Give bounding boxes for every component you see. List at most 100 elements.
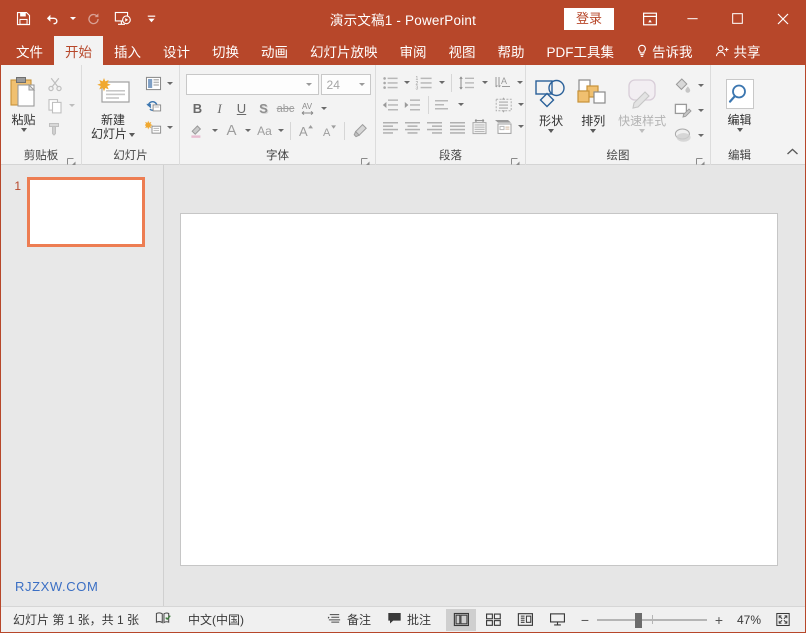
drawing-dialog-launcher[interactable]: [696, 154, 705, 167]
grow-font-button[interactable]: A: [295, 120, 317, 141]
undo-dropdown-icon[interactable]: [67, 6, 78, 32]
zoom-percent-label[interactable]: 47%: [731, 613, 765, 627]
numbering-dropdown-icon[interactable]: [437, 72, 447, 93]
zoom-in-button[interactable]: +: [713, 613, 725, 627]
justify-button[interactable]: [447, 116, 468, 137]
clear-formatting-button[interactable]: [349, 120, 371, 141]
align-left-button[interactable]: [380, 116, 401, 137]
text-highlight-button[interactable]: [187, 120, 209, 141]
maximize-button[interactable]: [715, 1, 760, 36]
minimize-button[interactable]: [670, 1, 715, 36]
fit-slide-to-window-button[interactable]: [771, 609, 795, 631]
editing-button[interactable]: 编辑: [717, 74, 763, 132]
slide-sorter-view-button[interactable]: [478, 609, 508, 631]
paragraph-dialog-launcher[interactable]: [511, 154, 520, 167]
tab-review[interactable]: 审阅: [389, 36, 438, 65]
slide-thumbnail-preview[interactable]: [27, 177, 145, 247]
shape-outline-dropdown-icon[interactable]: [696, 100, 706, 121]
paste-dropdown-icon[interactable]: [20, 128, 27, 132]
layout-dropdown-icon[interactable]: [165, 73, 175, 94]
font-color-button[interactable]: A: [221, 120, 242, 141]
convert-to-smartart-button[interactable]: [492, 94, 515, 115]
arrange-button[interactable]: 排列: [572, 71, 614, 133]
section-button[interactable]: [142, 117, 164, 138]
undo-icon[interactable]: [38, 6, 66, 32]
line-spacing-button[interactable]: [456, 72, 479, 93]
smartart-graphic-button[interactable]: [492, 116, 515, 137]
numbering-button[interactable]: 123: [413, 72, 436, 93]
shape-effects-dropdown-icon[interactable]: [696, 125, 706, 146]
smartart-graphic-dropdown-icon[interactable]: [516, 116, 525, 137]
strikethrough-button[interactable]: abc: [275, 98, 296, 119]
comments-button[interactable]: 批注: [379, 609, 439, 631]
collapse-ribbon-icon[interactable]: [786, 144, 799, 162]
bold-button[interactable]: B: [187, 98, 208, 119]
font-color-dropdown-icon[interactable]: [243, 120, 253, 141]
bullets-button[interactable]: [380, 72, 401, 93]
tab-insert[interactable]: 插入: [103, 36, 152, 65]
arrange-dropdown-icon[interactable]: [590, 129, 597, 133]
customize-qat-icon[interactable]: [137, 6, 165, 32]
sign-in-button[interactable]: 登录: [563, 7, 614, 30]
align-center-button[interactable]: [402, 116, 423, 137]
new-slide-button[interactable]: 新建 幻灯片: [86, 70, 140, 141]
tab-pdf-toolkit[interactable]: PDF工具集: [536, 36, 626, 65]
reading-view-button[interactable]: [510, 609, 540, 631]
new-slide-dropdown-icon[interactable]: [129, 132, 135, 137]
slide-thumbnail-item[interactable]: 1: [1, 165, 163, 247]
shape-fill-button[interactable]: [671, 74, 695, 96]
tab-animations[interactable]: 动画: [250, 36, 299, 65]
convert-to-smartart-dropdown-icon[interactable]: [516, 94, 525, 115]
text-direction-dropdown-icon[interactable]: [515, 72, 525, 93]
font-size-dropdown-icon[interactable]: [355, 83, 368, 86]
clipboard-dialog-launcher[interactable]: [67, 154, 76, 167]
tab-share[interactable]: 共享: [704, 36, 772, 65]
tab-transitions[interactable]: 切换: [201, 36, 250, 65]
spellcheck-status[interactable]: [147, 609, 180, 631]
bullets-dropdown-icon[interactable]: [402, 72, 412, 93]
text-direction-button[interactable]: A: [491, 72, 514, 93]
slide-count-status[interactable]: 幻灯片 第 1 张，共 1 张: [5, 609, 147, 631]
character-spacing-dropdown-icon[interactable]: [319, 98, 329, 119]
tab-design[interactable]: 设计: [152, 36, 201, 65]
decrease-indent-button[interactable]: [380, 94, 401, 115]
character-spacing-button[interactable]: AV: [297, 98, 318, 119]
reset-button[interactable]: [142, 95, 164, 116]
tab-tell-me[interactable]: 告诉我: [625, 36, 704, 65]
tab-home[interactable]: 开始: [54, 36, 103, 65]
tab-file[interactable]: 文件: [5, 36, 54, 65]
font-dialog-launcher[interactable]: [361, 154, 370, 167]
font-name-dropdown-icon[interactable]: [303, 83, 316, 86]
underline-button[interactable]: U: [231, 98, 252, 119]
section-dropdown-icon[interactable]: [165, 117, 175, 138]
zoom-slider-handle[interactable]: [634, 612, 642, 628]
shape-effects-button[interactable]: [671, 124, 695, 146]
normal-view-button[interactable]: [446, 608, 476, 631]
slideshow-view-button[interactable]: [542, 609, 572, 631]
change-case-button[interactable]: Aa: [254, 120, 275, 141]
paste-button[interactable]: 粘贴: [5, 70, 42, 132]
text-shadow-button[interactable]: S: [253, 98, 274, 119]
align-text-button[interactable]: [432, 94, 455, 115]
align-text-dropdown-icon[interactable]: [456, 94, 465, 115]
tab-help[interactable]: 帮助: [487, 36, 536, 65]
line-spacing-dropdown-icon[interactable]: [480, 72, 490, 93]
zoom-out-button[interactable]: −: [579, 613, 591, 627]
slide-canvas[interactable]: [180, 213, 778, 566]
font-size-combo[interactable]: 24: [320, 74, 371, 95]
italic-button[interactable]: I: [209, 98, 230, 119]
start-slideshow-icon[interactable]: [108, 6, 136, 32]
language-status[interactable]: 中文(中国): [180, 609, 252, 631]
layout-button[interactable]: [142, 73, 164, 94]
increase-indent-button[interactable]: [402, 94, 423, 115]
close-button[interactable]: [760, 1, 805, 36]
notes-button[interactable]: 备注: [319, 609, 379, 631]
columns-button[interactable]: [470, 116, 491, 137]
align-right-button[interactable]: [425, 116, 446, 137]
shape-fill-dropdown-icon[interactable]: [696, 75, 706, 96]
zoom-slider[interactable]: [597, 609, 707, 631]
slide-thumbnail-pane[interactable]: 1 RJZXW.COM: [1, 165, 164, 606]
tab-view[interactable]: 视图: [438, 36, 487, 65]
shape-outline-button[interactable]: [671, 99, 695, 121]
font-name-combo[interactable]: [186, 74, 319, 95]
